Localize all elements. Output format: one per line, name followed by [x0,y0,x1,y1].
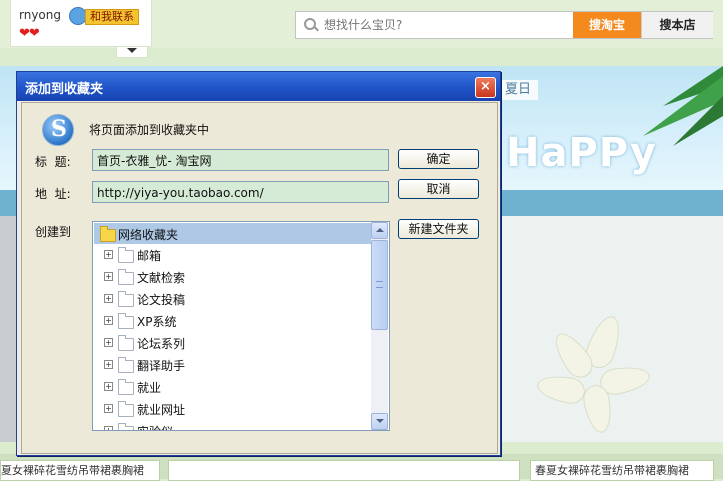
chevron-down-icon [127,48,137,53]
tree-root-label: 网络收藏夹 [118,228,179,242]
product-card[interactable]: 夏女裸碎花雪纺吊带裙裹胸裙 [0,460,160,481]
tree-root-item[interactable]: 网络收藏夹 [94,223,371,244]
product-card-image[interactable] [168,460,520,481]
tree-item-label: 就业 [137,381,162,395]
add-favorite-dialog: 添加到收藏夹 × S 将页面添加到收藏夹中 标 题: 首页-衣雅_忧- 淘宝网 … [16,71,501,456]
cancel-button[interactable]: 取消 [398,179,479,199]
tree-item[interactable]: + 论坛系列 [93,332,371,354]
folder-icon [118,401,134,417]
folder-icon [118,247,134,263]
folder-icon [118,269,134,285]
expand-plus-icon[interactable]: + [104,404,113,413]
tree-item-label: 实验仪 [137,423,173,430]
folder-tree[interactable]: 网络收藏夹 + 邮箱 + 文献检索 + 论文投稿 + XP系统 + 论坛系列 + 翻译助手 … [92,221,390,431]
banner-summer-text: 夏日 [498,80,538,100]
dialog-info-text: 将页面添加到收藏夹中 [89,123,210,137]
expand-plus-icon[interactable]: + [104,316,113,325]
browser-logo-icon: S [42,114,74,146]
tree-item-label: 翻译助手 [137,359,186,373]
tree-item-label: 论坛系列 [137,337,186,351]
tree-item[interactable]: + 翻译助手 [93,354,371,376]
banner-happy-text: HaPPy [506,130,657,176]
seller-name[interactable]: rnyong [19,8,61,22]
tree-scrollbar[interactable] [371,222,388,430]
tree-item[interactable]: + XP系统 [93,310,371,332]
folder-icon [118,291,134,307]
tree-item-label: XP系统 [137,315,177,329]
create-in-label: 创建到 [35,225,72,239]
new-folder-button[interactable]: 新建文件夹 [398,219,479,239]
search-bar: 搜淘宝 搜本店 [295,11,713,39]
folder-icon [118,313,134,329]
search-input[interactable] [324,12,569,38]
search-taobao-button[interactable]: 搜淘宝 [573,12,641,38]
ok-button[interactable]: 确定 [398,149,479,169]
expand-toggle[interactable] [116,46,148,58]
tree-item[interactable]: + 就业 [93,376,371,398]
scroll-down-button[interactable] [371,413,388,430]
expand-plus-icon[interactable]: + [104,294,113,303]
expand-plus-icon[interactable]: + [104,426,113,430]
title-field[interactable]: 首页-衣雅_忧- 淘宝网 [92,149,389,171]
scroll-up-button[interactable] [371,222,388,239]
folder-icon [118,357,134,373]
expand-plus-icon[interactable]: + [104,338,113,347]
scroll-thumb[interactable] [371,240,388,330]
tree-item[interactable]: + 论文投稿 [93,288,371,310]
dialog-title: 添加到收藏夹 [25,82,104,97]
title-label: 标 题: [35,155,71,169]
address-label: 地 址: [35,187,71,201]
expand-plus-icon[interactable]: + [104,272,113,281]
tree-item[interactable]: + 实验仪 [93,420,371,430]
tree-item[interactable]: + 就业网址 [93,398,371,420]
close-icon[interactable]: × [475,77,496,98]
seller-card: rnyong 和我联系 ❤❤ [10,0,152,47]
search-icon [304,18,316,30]
chevron-up-icon [376,228,384,232]
tree-item[interactable]: + 邮箱 [93,244,371,266]
tree-item-label: 邮箱 [137,249,162,263]
seller-rating-hearts: ❤❤ [19,26,40,41]
tree-item-label: 就业网址 [137,403,186,417]
address-field[interactable]: http://yiya-you.taobao.com/ [92,181,389,203]
dialog-titlebar[interactable]: 添加到收藏夹 × [17,72,500,101]
chevron-down-icon [376,419,384,423]
expand-plus-icon[interactable]: + [104,360,113,369]
folder-icon [118,423,134,430]
folder-icon [118,379,134,395]
expand-plus-icon[interactable]: + [104,382,113,391]
tree-item-label: 文献检索 [137,271,186,285]
tree-item[interactable]: + 文献检索 [93,266,371,288]
favorites-folder-icon [100,226,116,242]
search-shop-button[interactable]: 搜本店 [641,12,713,38]
tree-item-label: 论文投稿 [137,293,186,307]
contact-button[interactable]: 和我联系 [85,9,139,25]
product-card[interactable]: 春夏女裸碎花雪纺吊带裙裹胸裙 [530,460,714,481]
expand-plus-icon[interactable]: + [104,250,113,259]
folder-icon [118,335,134,351]
